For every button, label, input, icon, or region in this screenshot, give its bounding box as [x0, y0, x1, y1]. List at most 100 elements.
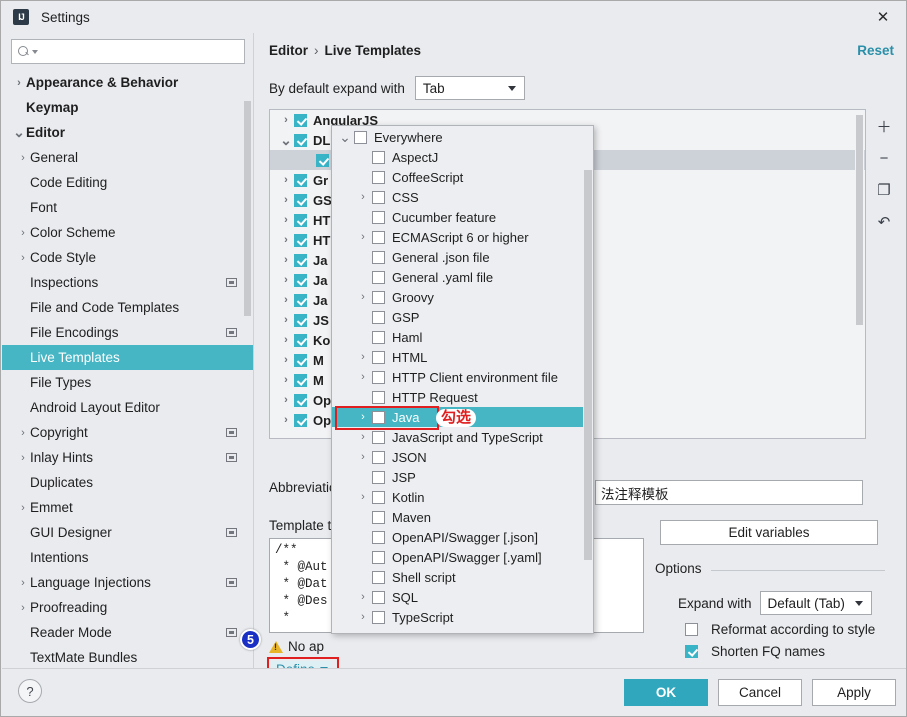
popup-item-checkbox[interactable]: [372, 570, 385, 584]
sidebar-item-inspections[interactable]: ›Inspections: [2, 270, 253, 295]
popup-item-checkbox[interactable]: [372, 610, 385, 624]
popup-item-json[interactable]: › JSON: [332, 447, 593, 467]
popup-item-aspectj[interactable]: AspectJ: [332, 147, 593, 167]
popup-item-checkbox[interactable]: [372, 530, 385, 544]
sidebar-item-file-types[interactable]: ›File Types: [2, 370, 253, 395]
popup-item-jsp[interactable]: JSP: [332, 467, 593, 487]
sidebar-item-appearance-behavior[interactable]: › Appearance & Behavior: [2, 70, 253, 95]
sidebar-item-proofreading[interactable]: › Proofreading: [2, 595, 253, 620]
copy-icon[interactable]: ❐: [875, 181, 893, 199]
chevron-down-icon[interactable]: ⌄: [278, 132, 294, 149]
popup-item-checkbox[interactable]: [372, 230, 385, 244]
template-group-checkbox[interactable]: [294, 213, 307, 227]
tree-scroll-thumb[interactable]: [856, 115, 863, 325]
sidebar-item-general[interactable]: › General: [2, 145, 253, 170]
popup-item-shell-script[interactable]: Shell script: [332, 567, 593, 587]
context-popup-list[interactable]: ⌄ Everywhere AspectJ CoffeeScript › CSS Cucumb…: [331, 125, 594, 634]
sidebar-item-copyright[interactable]: › Copyright: [2, 420, 253, 445]
chevron-right-icon[interactable]: ›: [278, 334, 294, 346]
template-group-checkbox[interactable]: [294, 373, 307, 387]
tree-scrollbar[interactable]: [855, 111, 864, 438]
ok-button[interactable]: OK: [624, 679, 708, 706]
template-group-checkbox[interactable]: [294, 313, 307, 327]
popup-item-checkbox[interactable]: [372, 370, 385, 384]
popup-item-openapi-swagger-json[interactable]: OpenAPI/Swagger [.json]: [332, 527, 593, 547]
reformat-checkbox[interactable]: [685, 623, 698, 636]
sidebar-item-android-layout-editor[interactable]: ›Android Layout Editor: [2, 395, 253, 420]
chevron-right-icon[interactable]: ›: [12, 77, 26, 89]
sidebar-item-emmet[interactable]: › Emmet: [2, 495, 253, 520]
chevron-right-icon[interactable]: ›: [16, 577, 30, 589]
popup-item-maven[interactable]: Maven: [332, 507, 593, 527]
chevron-right-icon[interactable]: ›: [354, 431, 372, 443]
sidebar-scrollbar[interactable]: [244, 69, 251, 629]
popup-scrollbar[interactable]: [583, 126, 593, 633]
sidebar-item-file-and-code-templates[interactable]: ›File and Code Templates: [2, 295, 253, 320]
popup-item-checkbox[interactable]: [372, 510, 385, 524]
template-group-checkbox[interactable]: [294, 273, 307, 287]
chevron-right-icon[interactable]: ›: [16, 602, 30, 614]
sidebar-item-duplicates[interactable]: ›Duplicates: [2, 470, 253, 495]
shorten-checkbox[interactable]: [685, 645, 698, 658]
template-group-checkbox[interactable]: [294, 253, 307, 267]
popup-item-checkbox[interactable]: [372, 250, 385, 264]
template-group-checkbox[interactable]: [294, 173, 307, 187]
sidebar-item-code-editing[interactable]: ›Code Editing: [2, 170, 253, 195]
popup-item-haml[interactable]: Haml: [332, 327, 593, 347]
sidebar-item-font[interactable]: ›Font: [2, 195, 253, 220]
sidebar-item-gui-designer[interactable]: ›GUI Designer: [2, 520, 253, 545]
chevron-right-icon[interactable]: ›: [16, 227, 30, 239]
sidebar-item-reader-mode[interactable]: ›Reader Mode: [2, 620, 253, 645]
popup-item-kotlin[interactable]: › Kotlin: [332, 487, 593, 507]
popup-item-checkbox[interactable]: [372, 430, 385, 444]
chevron-right-icon[interactable]: ›: [354, 371, 372, 383]
sidebar-item-textmate-bundles[interactable]: ›TextMate Bundles: [2, 645, 253, 670]
popup-item-general-json-file[interactable]: General .json file: [332, 247, 593, 267]
sidebar-item-code-style[interactable]: › Code Style: [2, 245, 253, 270]
popup-item-checkbox[interactable]: [372, 310, 385, 324]
popup-item-http-client-environment-file[interactable]: › HTTP Client environment file: [332, 367, 593, 387]
reset-link[interactable]: Reset: [857, 43, 894, 58]
popup-item-checkbox[interactable]: [372, 150, 385, 164]
chevron-right-icon[interactable]: ›: [16, 452, 30, 464]
popup-item-general-yaml-file[interactable]: General .yaml file: [332, 267, 593, 287]
plus-icon[interactable]: ＋: [875, 117, 893, 136]
revert-icon[interactable]: ↶: [875, 213, 893, 231]
popup-item-checkbox[interactable]: [372, 410, 385, 424]
chevron-right-icon[interactable]: ›: [278, 354, 294, 366]
sidebar-item-color-scheme[interactable]: › Color Scheme: [2, 220, 253, 245]
chevron-right-icon[interactable]: ›: [278, 394, 294, 406]
template-group-checkbox[interactable]: [294, 353, 307, 367]
popup-item-checkbox[interactable]: [372, 550, 385, 564]
chevron-down-icon[interactable]: ⌄: [336, 129, 354, 146]
sidebar-item-language-injections[interactable]: › Language Injections: [2, 570, 253, 595]
template-group-checkbox[interactable]: [294, 293, 307, 307]
template-group-checkbox[interactable]: [294, 193, 307, 207]
sidebar-item-editor[interactable]: ⌄ Editor: [2, 120, 253, 145]
sidebar-item-file-encodings[interactable]: ›File Encodings: [2, 320, 253, 345]
popup-item-checkbox[interactable]: [372, 350, 385, 364]
sidebar-item-intentions[interactable]: ›Intentions: [2, 545, 253, 570]
chevron-right-icon[interactable]: ›: [278, 374, 294, 386]
cancel-button[interactable]: Cancel: [718, 679, 802, 706]
popup-item-openapi-swagger-yaml[interactable]: OpenAPI/Swagger [.yaml]: [332, 547, 593, 567]
popup-item-checkbox[interactable]: [372, 190, 385, 204]
popup-item-ecmascript-6-or-higher[interactable]: › ECMAScript 6 or higher: [332, 227, 593, 247]
edit-variables-button[interactable]: Edit variables: [660, 520, 878, 545]
popup-item-http-request[interactable]: HTTP Request: [332, 387, 593, 407]
popup-item-html[interactable]: › HTML: [332, 347, 593, 367]
popup-item-css[interactable]: › CSS: [332, 187, 593, 207]
popup-item-groovy[interactable]: › Groovy: [332, 287, 593, 307]
chevron-right-icon[interactable]: ›: [354, 191, 372, 203]
chevron-right-icon[interactable]: ›: [354, 591, 372, 603]
popup-item-checkbox[interactable]: [354, 130, 367, 144]
template-group-checkbox[interactable]: [294, 133, 307, 147]
popup-item-checkbox[interactable]: [372, 450, 385, 464]
popup-item-checkbox[interactable]: [372, 290, 385, 304]
popup-item-sql[interactable]: › SQL: [332, 587, 593, 607]
template-group-checkbox[interactable]: [294, 413, 307, 427]
chevron-right-icon[interactable]: ›: [354, 291, 372, 303]
chevron-right-icon[interactable]: ›: [354, 491, 372, 503]
popup-item-gsp[interactable]: GSP: [332, 307, 593, 327]
reformat-checkbox-row[interactable]: Reformat according to style: [685, 622, 875, 637]
